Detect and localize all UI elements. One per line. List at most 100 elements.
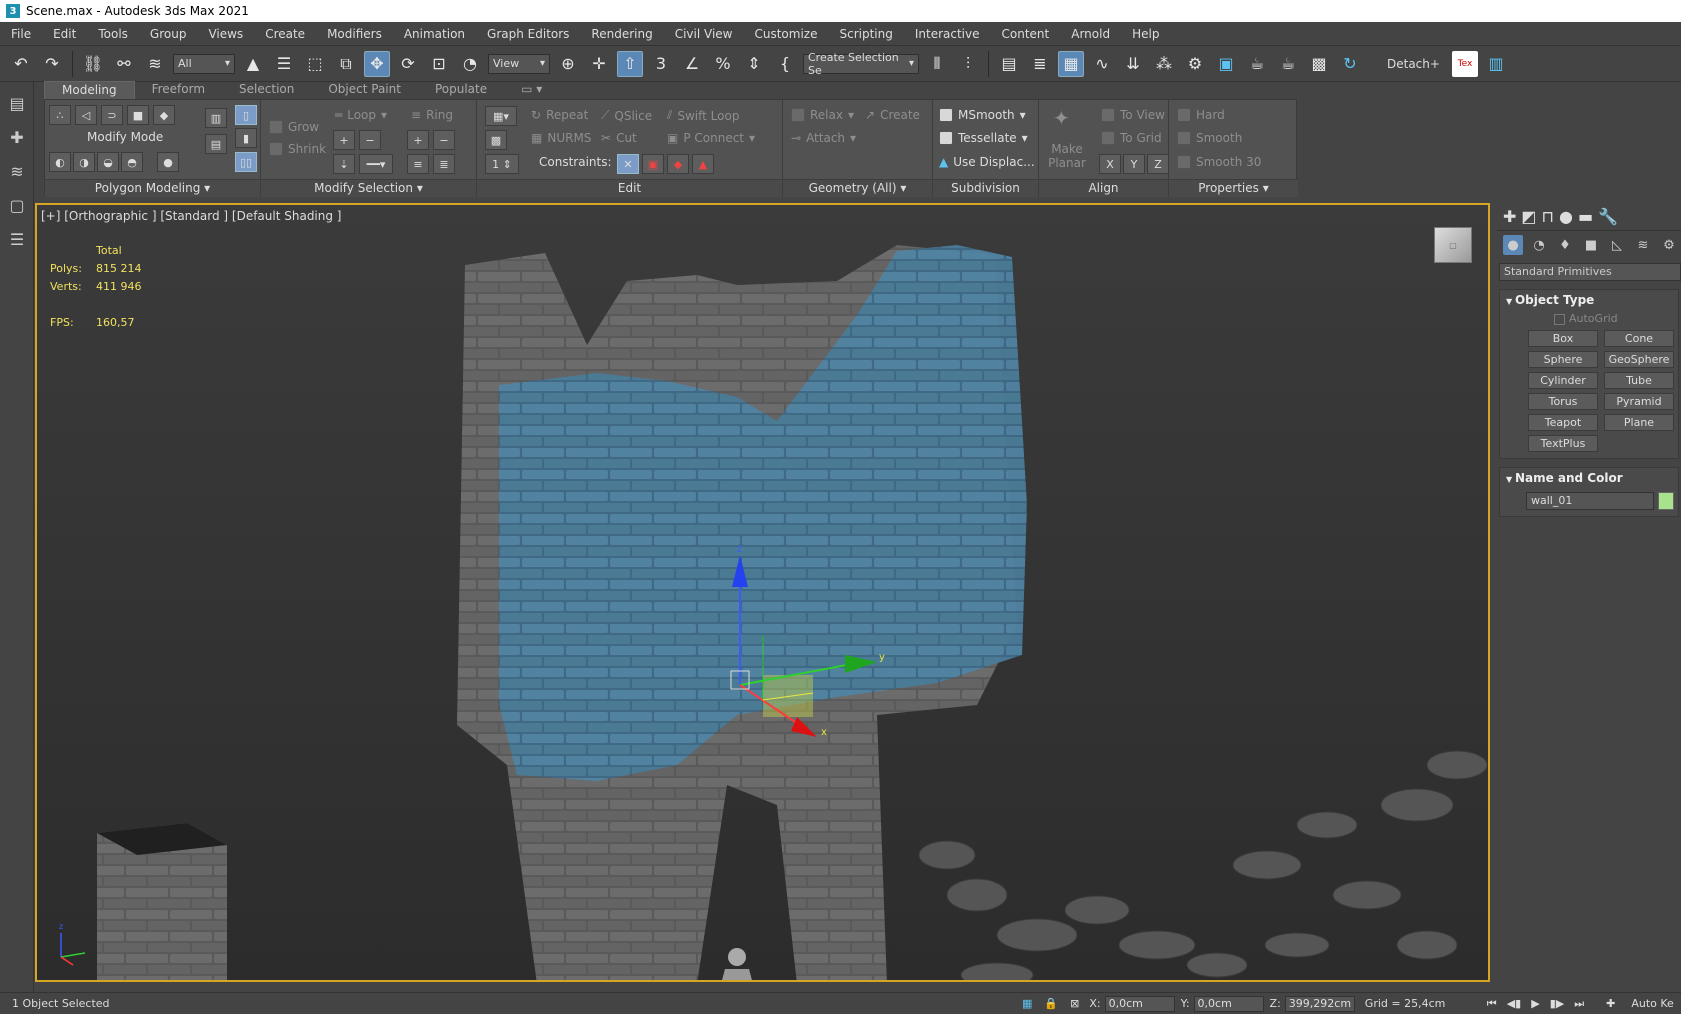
textools-icon[interactable]: Tex — [1452, 50, 1478, 77]
edge-mode-icon[interactable]: ◁ — [75, 105, 97, 125]
ring-mode-icon[interactable]: ≡ — [407, 154, 429, 174]
polygon-mode-icon[interactable]: ■ — [127, 105, 149, 125]
viewport[interactable]: z y x z [+] [Orthographic ] [Standard ] … — [35, 203, 1490, 982]
cut-button[interactable]: ✂ Cut — [601, 131, 637, 145]
menu-create[interactable]: Create — [254, 27, 316, 41]
tube-button[interactable]: Tube — [1604, 372, 1674, 389]
menu-rendering[interactable]: Rendering — [580, 27, 663, 41]
by-angle-icon[interactable]: ▤ — [205, 134, 227, 154]
curve-editor-icon[interactable]: ∿ — [1089, 51, 1115, 77]
ribbon-options-icon[interactable]: ▭ ▾ — [504, 81, 559, 99]
scene-explorer-icon[interactable]: ▤ — [4, 90, 30, 116]
shapes-category-icon[interactable]: ◔ — [1529, 235, 1549, 255]
display-tab-icon[interactable]: ▬ — [1578, 207, 1593, 226]
make-planar-icon[interactable]: ✦ — [1053, 106, 1070, 130]
select-manipulate-icon[interactable]: ✛ — [586, 51, 612, 77]
select-move-icon[interactable]: ✥ — [364, 50, 390, 77]
object-name-field[interactable]: wall_01 — [1526, 492, 1655, 510]
select-object-icon[interactable]: ▲ — [240, 51, 266, 77]
unlink-icon[interactable]: ⚯ — [111, 51, 137, 77]
make-planar-button[interactable]: Make Planar — [1047, 142, 1087, 170]
spinner-snap-icon[interactable]: ⇕ — [741, 51, 767, 77]
keyboard-shortcut-toggle-icon[interactable]: ⇧ — [617, 50, 643, 77]
edit-named-selection-icon[interactable]: { — [772, 51, 798, 77]
auto-key-button[interactable]: Auto Ke — [1631, 997, 1673, 1010]
layers-icon[interactable]: ≋ — [4, 158, 30, 184]
menu-edit[interactable]: Edit — [42, 27, 87, 41]
isolate-selection-icon[interactable]: ▦ — [1022, 997, 1032, 1010]
border-mode-icon[interactable]: ⊃ — [101, 105, 123, 125]
go-to-end-icon[interactable]: ⏭ — [1574, 997, 1584, 1011]
menu-interactive[interactable]: Interactive — [904, 27, 991, 41]
constraint-edge-icon[interactable]: ▣ — [642, 154, 664, 174]
next-modifier-icon[interactable]: ◑ — [73, 152, 95, 172]
toggle-ribbon-icon[interactable]: ▦ — [1058, 50, 1084, 77]
absolute-mode-icon[interactable]: ⊠ — [1070, 997, 1079, 1010]
menu-views[interactable]: Views — [197, 27, 254, 41]
box-button[interactable]: Box — [1528, 330, 1598, 347]
mirror-icon[interactable]: ⫴ — [924, 51, 950, 77]
go-to-start-icon[interactable]: ⏮ — [1487, 997, 1497, 1011]
menu-content[interactable]: Content — [991, 27, 1061, 41]
hard-button[interactable]: Hard — [1177, 108, 1225, 122]
hierarchy-tab-icon[interactable]: ⊓ — [1542, 207, 1554, 226]
menu-civil-view[interactable]: Civil View — [664, 27, 744, 41]
lights-category-icon[interactable]: ♦ — [1555, 235, 1575, 255]
modify-tab-icon[interactable]: ◩ — [1521, 207, 1536, 226]
to-view-button[interactable]: To View — [1101, 108, 1165, 122]
arnold-render-icon[interactable]: ↻ — [1337, 51, 1363, 77]
shrink-button[interactable]: Shrink — [269, 142, 326, 156]
geometry-footer[interactable]: Geometry (All) ▾ — [783, 179, 932, 197]
set-key-icon[interactable]: ✚ — [1606, 997, 1615, 1010]
select-icon[interactable]: ▢ — [4, 192, 30, 218]
properties-footer[interactable]: Properties ▾ — [1169, 179, 1298, 197]
sphere-button[interactable]: Sphere — [1528, 351, 1598, 368]
collapse-stack-icon[interactable]: ◓ — [121, 152, 143, 172]
menu-animation[interactable]: Animation — [393, 27, 476, 41]
tab-object-paint[interactable]: Object Paint — [311, 81, 418, 99]
toggle-cage-icon[interactable]: ▯▯ — [235, 152, 257, 172]
use-displacement-button[interactable]: ▲ Use Displac... — [939, 155, 1035, 169]
previous-modifier-icon[interactable]: ◐ — [49, 152, 71, 172]
spinner-field[interactable]: 1 ⇕ — [485, 154, 519, 174]
smooth-30-button[interactable]: Smooth 30 — [1177, 155, 1261, 169]
align-icon[interactable]: ⫶ — [955, 51, 981, 77]
show-end-result-icon[interactable]: ● — [157, 152, 179, 172]
menu-scripting[interactable]: Scripting — [828, 27, 903, 41]
percent-snap-icon[interactable]: % — [710, 51, 736, 77]
rect-selection-icon[interactable]: ⬚ — [302, 51, 328, 77]
menu-group[interactable]: Group — [139, 27, 198, 41]
autogrid-checkbox[interactable]: AutoGrid — [1500, 310, 1678, 328]
menu-file[interactable]: File — [0, 27, 42, 41]
create-tab-icon[interactable]: ✚ — [1503, 207, 1516, 226]
helpers-category-icon[interactable]: ◺ — [1607, 235, 1627, 255]
layer-stack-icon[interactable]: ☰ — [4, 226, 30, 252]
element-mode-icon[interactable]: ◆ — [153, 105, 175, 125]
window-crossing-icon[interactable]: ⧉ — [333, 51, 359, 77]
grow-ring-icon[interactable]: + — [407, 130, 429, 150]
tab-freeform[interactable]: Freeform — [135, 81, 222, 99]
preserve-uvs-dropdown-icon[interactable]: ▦▾ — [485, 106, 517, 126]
menu-customize[interactable]: Customize — [743, 27, 828, 41]
scene-explorer-icon[interactable]: ▤ — [996, 51, 1022, 77]
bind-space-warp-icon[interactable]: ≋ — [142, 51, 168, 77]
menu-arnold[interactable]: Arnold — [1060, 27, 1121, 41]
select-by-name-icon[interactable]: ☰ — [271, 51, 297, 77]
pyramid-button[interactable]: Pyramid — [1604, 393, 1674, 410]
swift-loop-button[interactable]: ⫽ Swift Loop — [667, 108, 739, 123]
placement-icon[interactable]: ◔ — [457, 51, 483, 77]
nurms-button[interactable]: ▦ NURMS — [531, 131, 591, 145]
constraint-normal-icon[interactable]: ▲ — [692, 154, 714, 174]
render-setup-icon[interactable]: ⚙ — [1182, 51, 1208, 77]
ring-button[interactable]: ≡ Ring — [411, 108, 453, 122]
primitives-dropdown[interactable]: Standard Primitives — [1499, 263, 1681, 281]
polygon-modeling-footer[interactable]: Polygon Modeling ▾ — [45, 179, 260, 197]
grow-loop-icon[interactable]: + — [333, 130, 355, 150]
constraint-none-icon[interactable]: ✕ — [617, 154, 639, 174]
systems-category-icon[interactable]: ⚙ — [1659, 235, 1679, 255]
relax-button[interactable]: Relax ▾ — [791, 108, 854, 122]
previous-frame-icon[interactable]: ◀▮ — [1507, 997, 1522, 1010]
menu-modifiers[interactable]: Modifiers — [316, 27, 393, 41]
material-editor-icon[interactable]: ⁂ — [1151, 51, 1177, 77]
soft-selection-icon[interactable]: ▥ — [205, 108, 227, 128]
